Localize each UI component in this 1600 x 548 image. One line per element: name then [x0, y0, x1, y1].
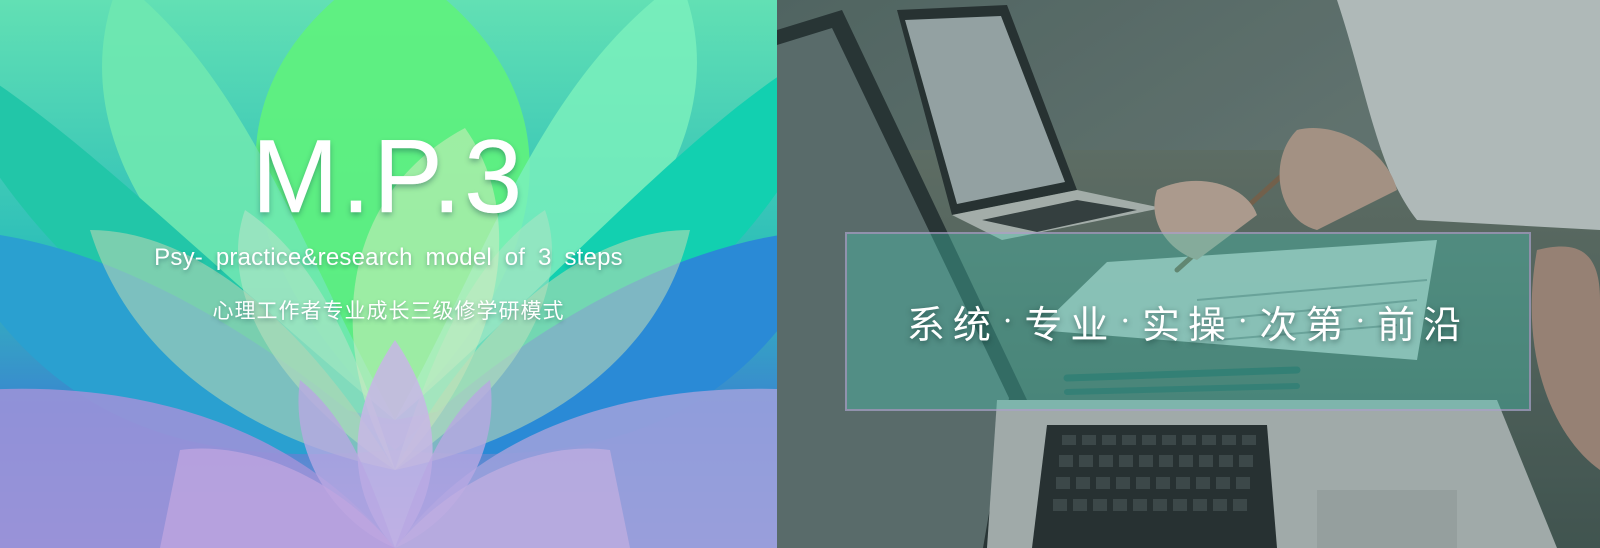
brand-title: M.P.3	[251, 119, 526, 235]
slogan-item-2: 专业	[1024, 303, 1117, 347]
slogan-separator: ·	[1002, 304, 1021, 339]
slogan: 系统 · 专业 · 实操 · 次第 · 前沿	[907, 294, 1469, 349]
hero-banner: M.P.3 Psy- practice&research model of 3 …	[0, 0, 1600, 548]
slogan-separator: ·	[1120, 304, 1138, 339]
chinese-tagline: 心理工作者专业成长三级修学研模式	[212, 299, 565, 323]
desk-photo-panel: 系统 · 专业 · 实操 · 次第 · 前沿	[777, 0, 1600, 548]
slogan-item-4: 次第	[1259, 303, 1352, 347]
slogan-separator: ·	[1238, 304, 1256, 339]
slogan-box: 系统 · 专业 · 实操 · 次第 · 前沿	[845, 232, 1531, 411]
slogan-item-5: 前沿	[1377, 303, 1470, 347]
lotus-illustration	[0, 0, 777, 548]
english-tagline: Psy- practice&research model of 3 steps	[154, 244, 623, 271]
slogan-separator: ·	[1355, 304, 1374, 339]
slogan-item-1: 系统	[906, 303, 999, 347]
lotus-art-panel: M.P.3 Psy- practice&research model of 3 …	[0, 0, 777, 548]
slogan-item-3: 实操	[1141, 303, 1234, 347]
